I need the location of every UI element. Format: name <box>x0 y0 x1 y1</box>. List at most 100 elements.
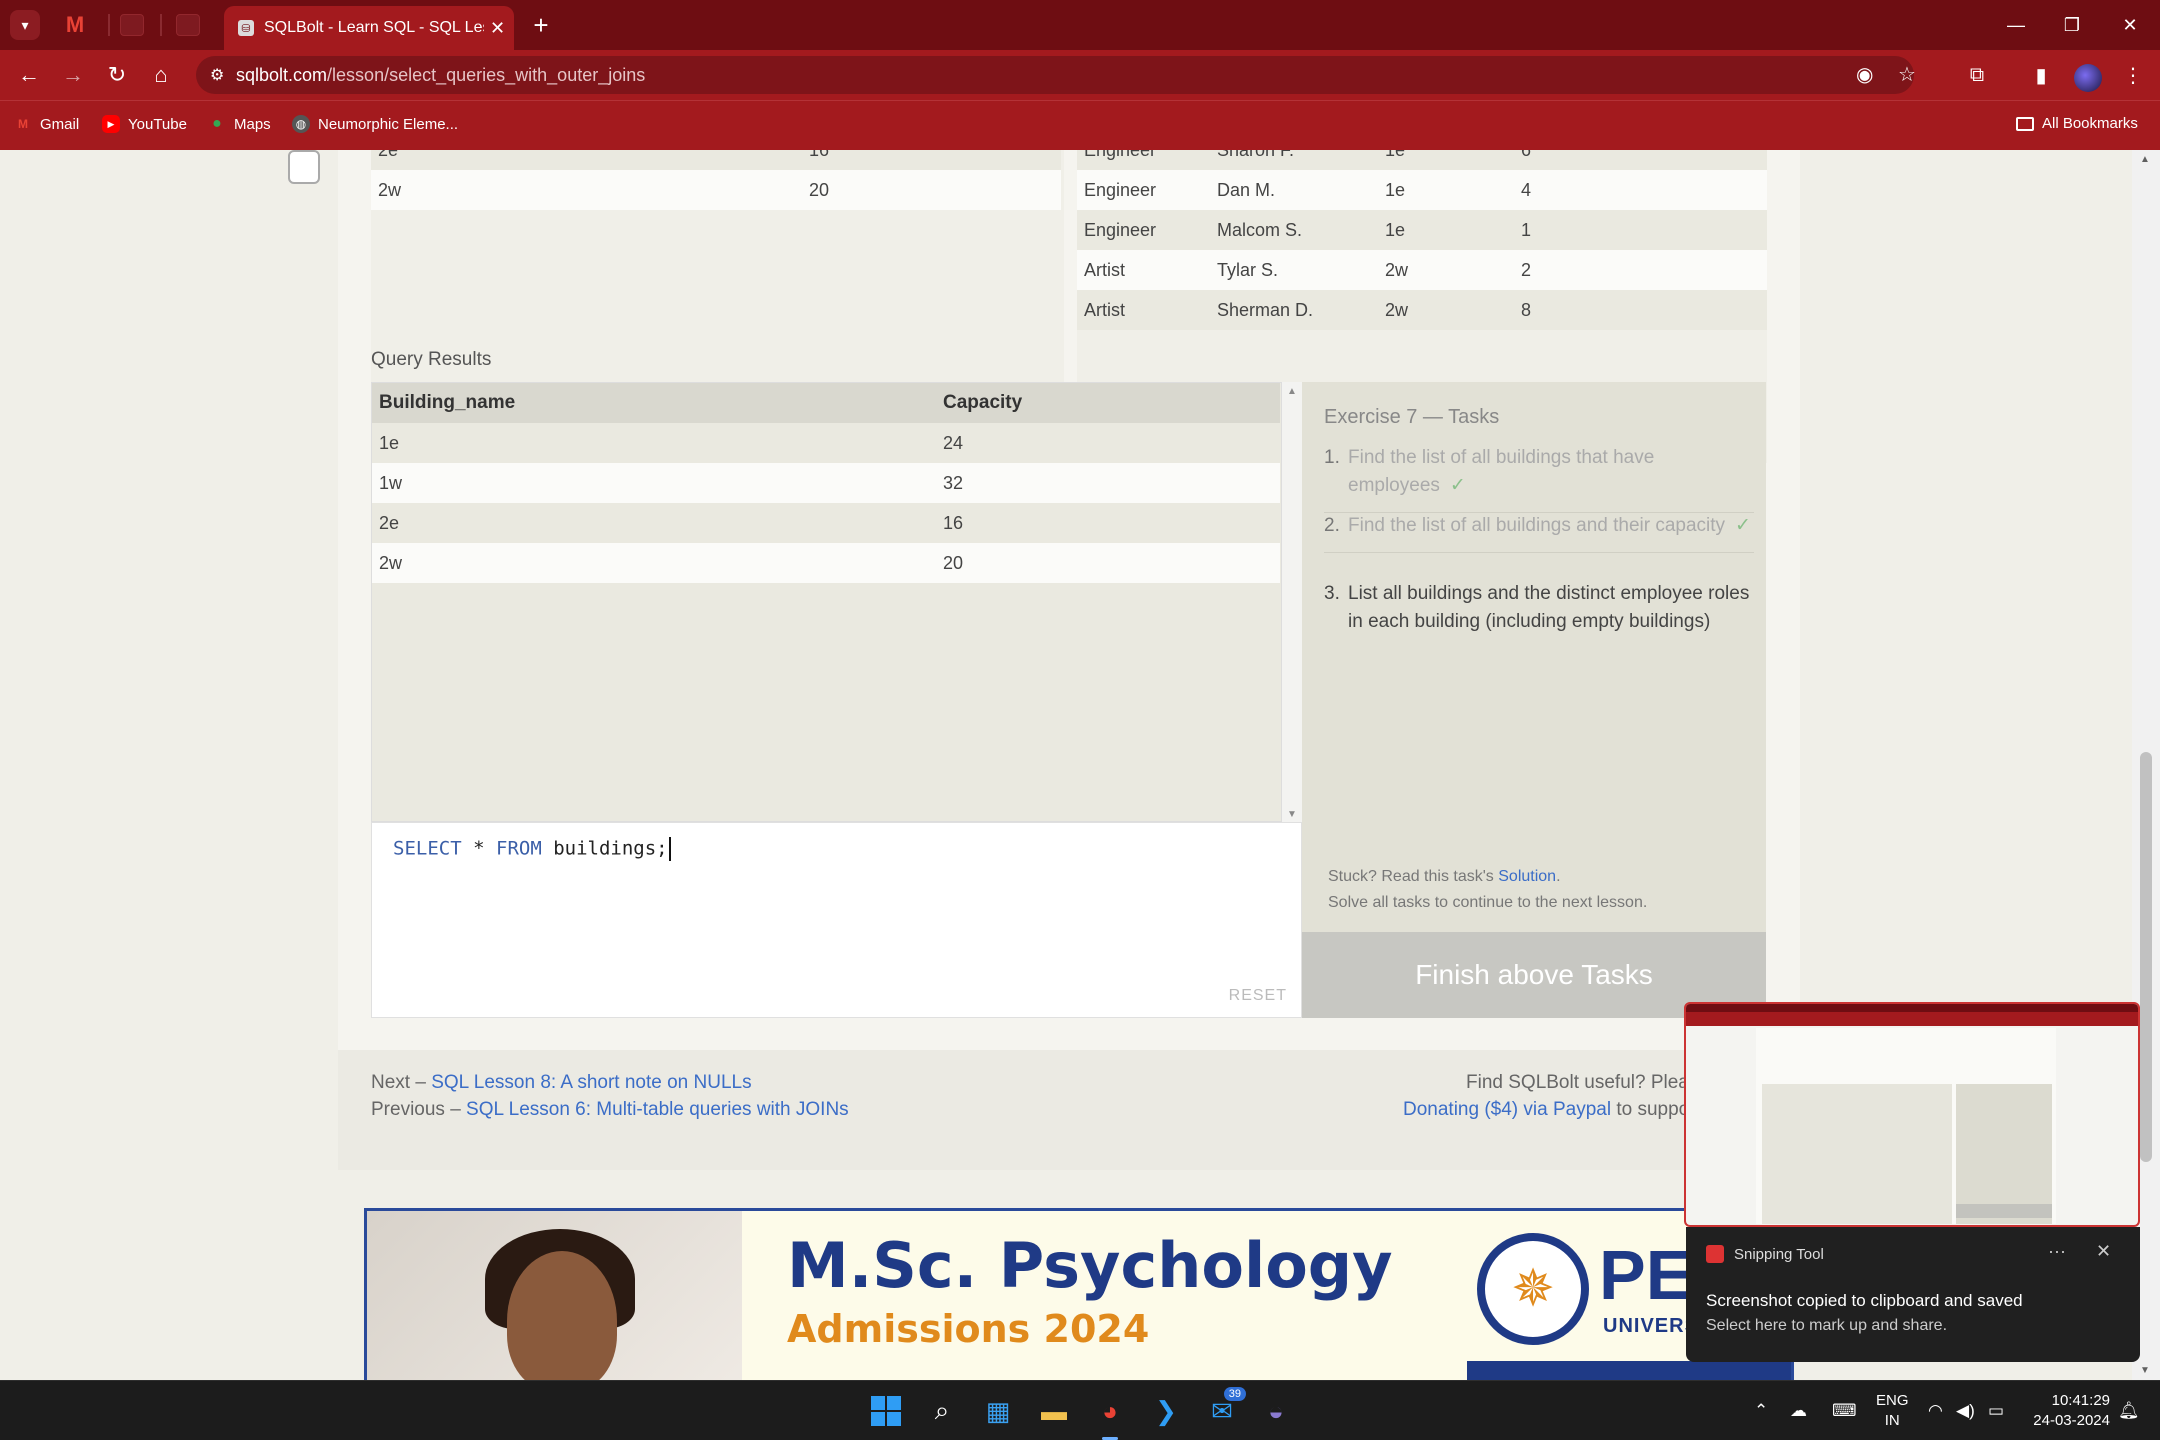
text-caret <box>668 837 671 861</box>
all-bookmarks-button[interactable]: All Bookmarks <box>2016 115 2138 132</box>
gmail-tab[interactable]: M <box>62 12 88 38</box>
restore-button[interactable]: ❐ <box>2052 8 2092 42</box>
snipping-tool-toast[interactable]: Snipping Tool ··· ✕ Screenshot copied to… <box>1686 1227 2140 1362</box>
tab-title: SQLBolt - Learn SQL - SQL Less <box>264 19 484 36</box>
clock[interactable]: 10:41:29 24-03-2024 <box>2030 1391 2110 1431</box>
minimize-button[interactable]: — <box>1996 8 2036 42</box>
table-cell: 1e <box>1378 150 1514 170</box>
extensions-icon[interactable]: ⧉ <box>1962 60 1992 90</box>
battery-icon[interactable]: ▭ <box>1988 1401 2004 1421</box>
table-cell: Engineer <box>1077 150 1210 170</box>
new-tab-button[interactable]: + <box>526 10 556 40</box>
eclipse-button[interactable]: ◒ <box>1256 1391 1296 1431</box>
search-button[interactable]: ⌕ <box>922 1391 962 1431</box>
sql-code[interactable]: SELECT * FROM buildings; <box>393 837 671 861</box>
bell-icon[interactable]: 🔔︎ <box>2118 1401 2140 1421</box>
donate-link[interactable]: Donating ($4) via Paypal <box>1403 1099 1611 1120</box>
tasks-panel: Exercise 7 — Tasks 1. Find the list of a… <box>1302 382 1766 932</box>
query-results-panel[interactable]: Building_name Capacity 1e 24 1w 32 2e 16… <box>371 382 1282 822</box>
tab-strip: ▾ M ⛁ SQLBolt - Learn SQL - SQL Less ✕ +… <box>0 0 2160 50</box>
table-header-row: Building_name Capacity <box>372 383 1280 423</box>
table-row: 2e 16 <box>372 503 1280 543</box>
close-icon[interactable]: ✕ <box>2096 1241 2111 1262</box>
language-code: ENG <box>1876 1392 1909 1409</box>
language-indicator[interactable]: ENG IN <box>1876 1391 1909 1431</box>
volume-icon[interactable]: ◀) <box>1956 1401 1975 1421</box>
file-explorer-button[interactable]: ▬ <box>1034 1391 1074 1431</box>
table-cell: 2 <box>1521 259 1532 280</box>
scroll-up-icon[interactable]: ▲ <box>1287 386 1297 397</box>
table-cell: 32 <box>943 472 964 493</box>
chrome-button[interactable]: ◕ <box>1090 1391 1130 1431</box>
bookmark-maps[interactable]: ● Maps <box>208 115 271 133</box>
star-icon[interactable]: ☆ <box>1898 62 1916 87</box>
solution-link[interactable]: Solution <box>1498 868 1556 885</box>
back-button[interactable]: ← <box>14 60 44 90</box>
close-icon: ✕ <box>2122 14 2138 35</box>
sql-table-name: buildings; <box>553 837 668 860</box>
table-cell: 1e <box>1385 179 1406 200</box>
reload-button[interactable]: ↻ <box>102 60 132 90</box>
pinned-tab[interactable] <box>120 14 144 36</box>
more-options-icon[interactable]: ··· <box>2048 1241 2066 1262</box>
table-cell: 1e <box>379 432 400 453</box>
url-host: sqlbolt.com <box>236 64 328 85</box>
profile-avatar[interactable] <box>2074 64 2102 92</box>
previous-lesson: Previous – SQL Lesson 6: Multi-table que… <box>371 1099 849 1121</box>
close-icon[interactable]: ✕ <box>490 18 505 39</box>
toast-title: Screenshot copied to clipboard and saved <box>1706 1291 2023 1310</box>
query-results-label: Query Results <box>371 349 492 370</box>
sql-editor[interactable]: SELECT * FROM buildings; RESET <box>371 822 1302 1018</box>
sql-keyword: SELECT <box>393 837 462 860</box>
chevron-up-icon[interactable]: ⌃ <box>1754 1401 1768 1421</box>
stuck-help: Stuck? Read this task's Solution. Solve … <box>1328 864 1647 916</box>
gmail-icon: M <box>18 117 28 131</box>
mail-button[interactable]: ✉ 39 <box>1202 1387 1246 1431</box>
table-cell: Sherman D. <box>1217 299 1314 320</box>
table-row: 2w 20 <box>371 170 1061 210</box>
scroll-handle[interactable] <box>288 150 320 184</box>
tasks-title: Exercise 7 — Tasks <box>1324 406 1500 428</box>
reset-button[interactable]: RESET <box>1229 987 1287 1005</box>
pinned-tab[interactable] <box>176 14 200 36</box>
url-path: /lesson/select_queries_with_outer_joins <box>327 64 646 85</box>
tab-search-button[interactable]: ▾ <box>10 10 40 40</box>
address-bar[interactable]: ⚙ sqlbolt.com/lesson/select_queries_with… <box>196 56 1916 94</box>
scroll-up-icon[interactable]: ▲ <box>2140 154 2150 165</box>
side-panel-icon[interactable]: ▮ <box>2026 60 2056 90</box>
store-button[interactable]: ▦ <box>978 1391 1018 1431</box>
bookmark-youtube[interactable]: ▶ YouTube <box>102 115 187 133</box>
vscode-button[interactable]: ❯ <box>1146 1391 1186 1431</box>
task-text: List all buildings and the distinct empl… <box>1348 583 1750 632</box>
table-cell: 16 <box>943 512 964 533</box>
cloud-icon[interactable]: ☁ <box>1790 1401 1807 1421</box>
bookmark-neumorphic[interactable]: ◍ Neumorphic Eleme... <box>292 115 458 133</box>
window-close-button[interactable]: ✕ <box>2110 8 2150 42</box>
check-icon: ✓ <box>1449 475 1466 496</box>
table-cell: 16 <box>802 150 1061 170</box>
wifi-icon[interactable]: ◠ <box>1928 1401 1943 1421</box>
tab-sqlbolt[interactable]: ⛁ SQLBolt - Learn SQL - SQL Less ✕ <box>224 6 514 50</box>
previous-lesson-link[interactable]: SQL Lesson 6: Multi-table queries with J… <box>466 1099 849 1120</box>
home-button[interactable]: ⌂ <box>146 60 176 90</box>
scroll-down-icon[interactable]: ▼ <box>2140 1365 2150 1376</box>
eclipse-icon: ◒ <box>1268 1395 1284 1426</box>
table-cell: 1e <box>1385 219 1406 240</box>
keyboard-icon[interactable]: ⌨ <box>1832 1401 1857 1421</box>
forward-button[interactable]: → <box>58 60 88 90</box>
bookmark-gmail[interactable]: M Gmail <box>14 115 79 133</box>
toast-app-name: Snipping Tool <box>1734 1245 1824 1263</box>
start-button[interactable] <box>866 1391 906 1431</box>
eye-off-icon[interactable]: ◉ <box>1856 62 1873 87</box>
clock-time: 10:41:29 <box>2051 1392 2110 1409</box>
scrollbar-thumb[interactable] <box>2140 752 2152 1162</box>
ad-banner[interactable]: M.Sc. Psychology Admissions 2024 ✵ PE UN… <box>364 1208 1794 1380</box>
kebab-menu-icon[interactable]: ⋮ <box>2118 60 2148 90</box>
scroll-down-icon[interactable]: ▼ <box>1287 809 1297 820</box>
next-lesson-link[interactable]: SQL Lesson 8: A short note on NULLs <box>431 1072 751 1093</box>
table-cell: 4 <box>1521 179 1532 200</box>
results-scrollbar[interactable]: ▲ ▼ <box>1282 382 1302 822</box>
table-cell: 2w <box>379 552 403 573</box>
site-info-icon[interactable]: ⚙ <box>210 65 236 85</box>
screenshot-preview[interactable] <box>1684 1002 2140 1227</box>
